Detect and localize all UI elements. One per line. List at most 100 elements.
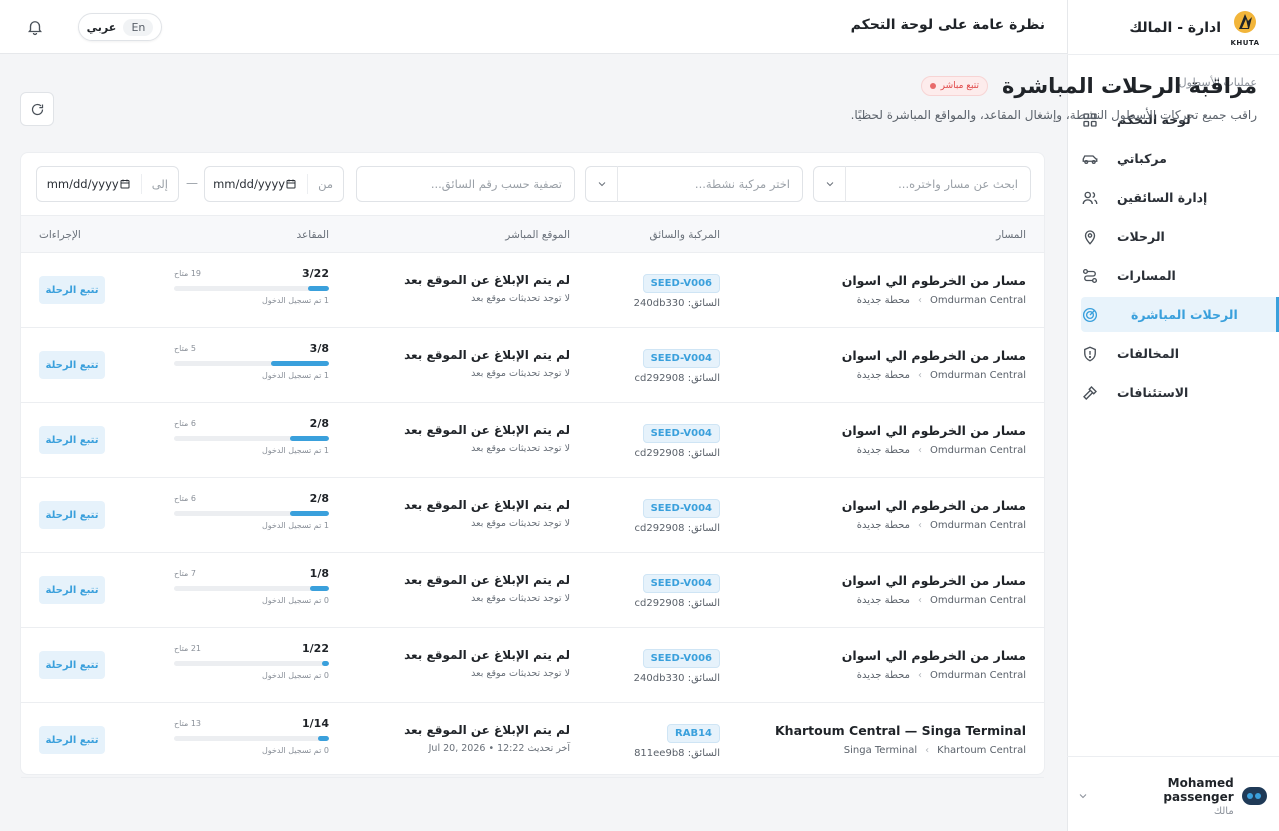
seats-progress-fill — [290, 511, 329, 516]
seats-checked-in: 0 تم تسجيل الدخول — [261, 596, 329, 605]
page-subtitle: راقب جميع تحركات الأسطول النشطة، وإشغال … — [850, 108, 1257, 122]
track-trip-button[interactable]: تتبع الرحلة — [39, 501, 105, 529]
user-info: Mohamed passenger مالك — [1097, 776, 1233, 817]
sidebar-item-appeals[interactable]: الاستئنافات — [1081, 375, 1265, 410]
location-update: آخر تحديث 12:22 • Jul 20, 2026 — [428, 743, 570, 754]
bell-icon[interactable] — [26, 18, 44, 36]
track-trip-button[interactable]: تتبع الرحلة — [39, 576, 105, 604]
user-menu[interactable]: Mohamed passenger مالك — [1077, 776, 1269, 817]
sidebar-item-label: الاستئنافات — [1117, 385, 1189, 400]
sidebar-item-drivers[interactable]: إدارة السائقين — [1081, 180, 1265, 215]
seats-count: 1/22 — [302, 642, 329, 655]
chevron-left-icon: ‹ — [917, 445, 922, 456]
language-toggle[interactable]: عربي En — [78, 13, 162, 41]
driver-id: السائق: cd292908 — [634, 598, 721, 609]
route-stops: محطة جديدة ‹ Omdurman Central — [746, 295, 1026, 306]
chevron-left-icon: ‹ — [917, 520, 922, 531]
chevron-left-icon: ‹ — [917, 595, 922, 606]
track-trip-button[interactable]: تتبع الرحلة — [39, 351, 105, 379]
seats-available: 19 متاح — [174, 269, 202, 278]
route-stops: محطة جديدة ‹ Omdurman Central — [746, 595, 1026, 606]
column-header-route: المسار — [996, 229, 1026, 241]
sidebar-item-label: الرحلات — [1117, 229, 1165, 244]
track-trip-button[interactable]: تتبع الرحلة — [39, 651, 105, 679]
route-origin: Omdurman Central — [929, 445, 1026, 456]
route-destination: محطة جديدة — [856, 670, 910, 681]
vehicle-plate-badge: SEED-V006 — [642, 274, 720, 293]
chevron-left-icon: ‹ — [917, 670, 922, 681]
seats-checked-in: 0 تم تسجيل الدخول — [261, 671, 329, 680]
seats-progress-bar — [174, 661, 329, 666]
route-destination: محطة جديدة — [856, 370, 910, 381]
date-from-field[interactable]: من mm/dd/yyyy — [204, 166, 344, 202]
chevron-left-icon: ‹ — [917, 370, 922, 381]
location-status: لم يتم الإبلاغ عن الموقع بعد — [404, 348, 570, 362]
refresh-icon — [30, 102, 45, 117]
route-title: Khartoum Central — Singa Terminal — [775, 723, 1026, 738]
vehicle-cell: SEED-V004 السائق: cd292908 — [634, 421, 721, 459]
route-stops: Singa Terminal ‹ Khartoum Central — [746, 745, 1026, 756]
driver-filter-input[interactable]: تصفية حسب رقم السائق... — [356, 166, 575, 202]
date-from-value: mm/dd/yyyy — [213, 177, 286, 191]
location-update: لا توجد تحديثات موقع بعد — [471, 293, 570, 304]
route-search-select[interactable]: ابحث عن مسار واختره... — [813, 166, 1031, 202]
seats-progress-bar — [174, 586, 329, 591]
date-to-label: إلى — [140, 174, 178, 194]
column-header-seats: المقاعد — [296, 229, 329, 241]
seats-checked-in: 1 تم تسجيل الدخول — [261, 296, 329, 305]
location-cell: لم يتم الإبلاغ عن الموقع بعد لا توجد تحدي… — [350, 273, 570, 304]
location-status: لم يتم الإبلاغ عن الموقع بعد — [404, 498, 570, 512]
vehicle-select[interactable]: اختر مركبة نشطة... — [585, 166, 803, 202]
lang-english-option[interactable]: En — [123, 18, 154, 36]
seats-checked-in: 1 تم تسجيل الدخول — [261, 521, 329, 530]
sidebar-item-live-trips[interactable]: الرحلات المباشرة — [1081, 297, 1279, 332]
lang-arabic-option[interactable]: عربي — [87, 21, 117, 34]
route-origin: Omdurman Central — [929, 670, 1026, 681]
sidebar-item-vehicles[interactable]: مركباتي — [1081, 141, 1265, 176]
track-trip-button[interactable]: تتبع الرحلة — [39, 276, 105, 304]
seats-available: 5 متاح — [174, 344, 196, 353]
gavel-icon — [1081, 384, 1099, 402]
sidebar-item-trips[interactable]: الرحلات — [1081, 219, 1265, 254]
seats-checked-in: 1 تم تسجيل الدخول — [261, 371, 329, 380]
refresh-button[interactable] — [20, 92, 54, 126]
route-destination: Singa Terminal — [843, 745, 918, 756]
driver-id: السائق: cd292908 — [634, 448, 721, 459]
track-trip-button[interactable]: تتبع الرحلة — [39, 726, 105, 754]
track-trip-button[interactable]: تتبع الرحلة — [39, 426, 105, 454]
column-header-actions: الإجراءات — [39, 229, 81, 241]
vehicle-cell: SEED-V004 السائق: cd292908 — [635, 346, 720, 384]
route-origin: Omdurman Central — [929, 520, 1026, 531]
location-update: لا توجد تحديثات موقع بعد — [471, 668, 570, 679]
calendar-icon[interactable] — [119, 178, 131, 190]
brand[interactable]: KHUTA ادارة - المالك — [1077, 8, 1269, 48]
sidebar-item-routes[interactable]: المسارات — [1081, 258, 1265, 293]
location-status: لم يتم الإبلاغ عن الموقع بعد — [404, 723, 570, 737]
vehicle-cell: SEED-V004 السائق: cd292908 — [635, 496, 720, 534]
route-title: مسار من الخرطوم الي اسوان — [841, 423, 1026, 438]
avatar — [1241, 787, 1267, 805]
chevron-down-icon — [814, 166, 846, 202]
location-status: لم يتم الإبلاغ عن الموقع بعد — [404, 573, 570, 587]
route-cell: مسار من الخرطوم الي اسوان محطة جديدة ‹ Omdu… — [746, 648, 1026, 681]
seats-available: 6 متاح — [174, 419, 196, 428]
sidebar-item-violations[interactable]: المخالفات — [1081, 336, 1265, 371]
page-title: مراقبة الرحلات المباشرة — [1001, 74, 1257, 98]
radar-icon — [1081, 306, 1099, 324]
route-origin: Omdurman Central — [929, 595, 1026, 606]
calendar-icon[interactable] — [285, 178, 297, 190]
table-row: مسار من الخرطوم الي اسوان محطة جديدة ‹ Omdu… — [21, 403, 1044, 478]
date-from-label: من — [307, 174, 343, 194]
seats-progress-fill — [308, 286, 329, 291]
sidebar-item-label: إدارة السائقين — [1117, 190, 1208, 205]
chevron-left-icon: ‹ — [917, 295, 922, 306]
route-cell: Khartoum Central — Singa Terminal Singa T… — [746, 723, 1026, 756]
date-to-field[interactable]: إلى mm/dd/yyyy — [36, 166, 179, 202]
chevron-down-icon[interactable] — [1077, 790, 1089, 802]
seats-cell: 6 متاح 2/8 1 تم تسجيل الدخول — [174, 417, 329, 455]
vehicle-plate-badge: SEED-V004 — [642, 349, 720, 368]
seats-available: 7 متاح — [174, 569, 196, 578]
live-badge-label: تتبع مباشر — [940, 81, 979, 91]
seats-checked-in: 1 تم تسجيل الدخول — [261, 446, 329, 455]
route-stops: محطة جديدة ‹ Omdurman Central — [746, 520, 1026, 531]
